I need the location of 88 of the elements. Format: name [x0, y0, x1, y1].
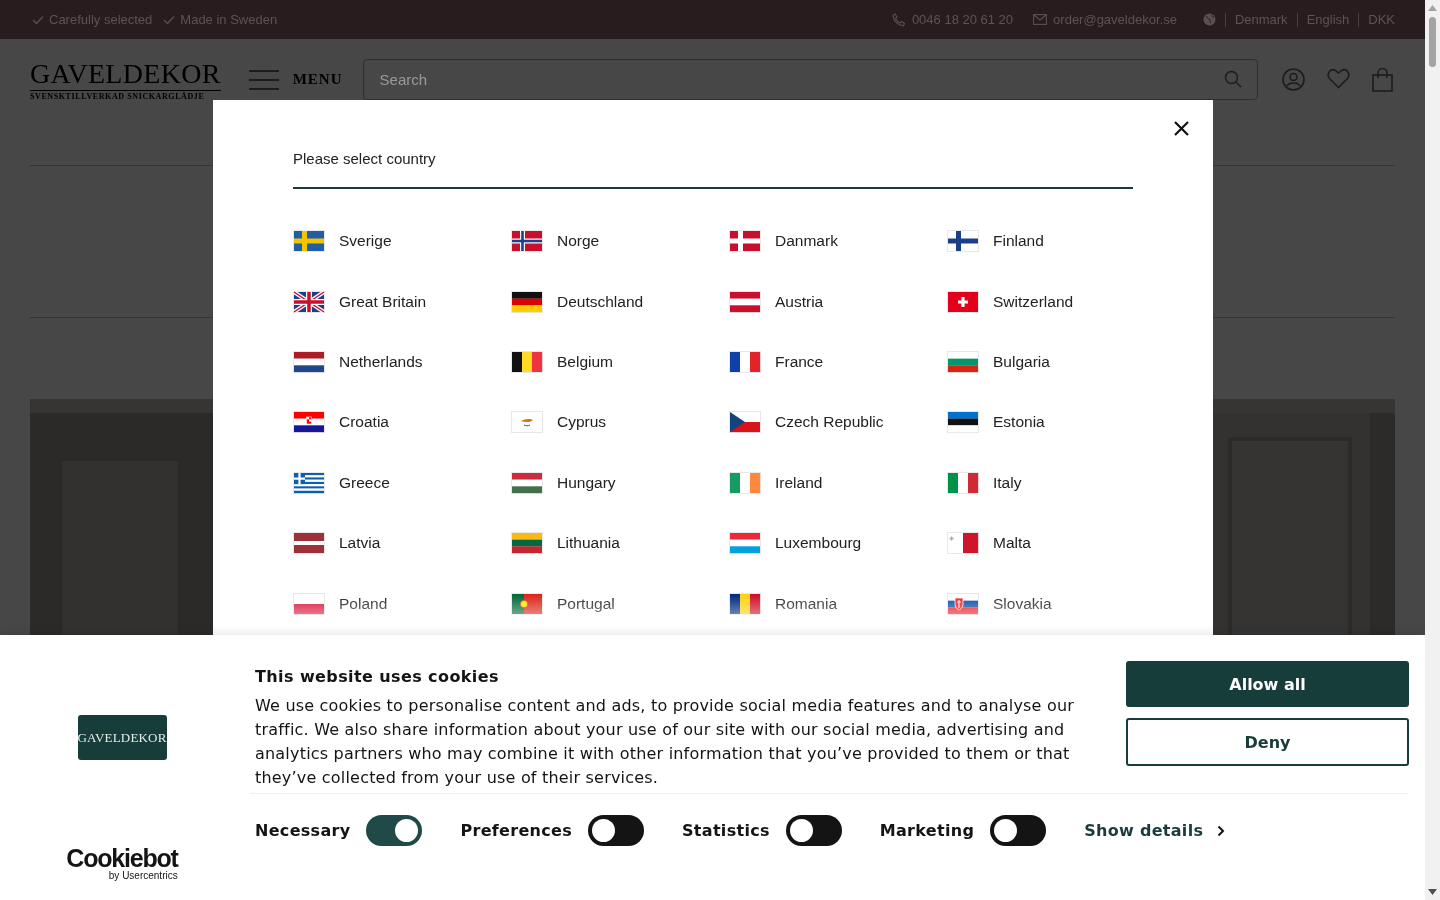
menu-icon [248, 69, 279, 90]
check-icon [32, 14, 44, 25]
consent-label: Marketing [879, 821, 975, 840]
flag-icon [293, 290, 325, 313]
country-option[interactable]: Lithuania [511, 512, 729, 574]
flag-icon [511, 471, 543, 494]
flag-icon [947, 471, 979, 494]
show-details-link[interactable]: Show details [1084, 821, 1226, 840]
heart-icon[interactable] [1327, 67, 1350, 89]
country-option[interactable]: Cyprus [511, 392, 729, 453]
flag-icon [293, 471, 325, 494]
toggle-switch[interactable] [990, 815, 1047, 846]
flag-icon [293, 411, 325, 434]
country-option[interactable]: Netherlands [293, 331, 511, 393]
shopping-bag-icon[interactable] [1372, 67, 1393, 92]
flag-icon [511, 532, 543, 555]
flag-icon [293, 532, 325, 555]
flag-icon [293, 230, 325, 253]
brand-logo: GAVELDEKOR [77, 715, 167, 760]
country-option[interactable]: France [729, 331, 947, 393]
scroll-down-icon[interactable] [1428, 889, 1437, 895]
country-option[interactable]: Norge [511, 211, 729, 272]
flag-icon [511, 290, 543, 313]
dialog-title: Please select country [293, 150, 1133, 189]
country-option[interactable]: Croatia [293, 392, 511, 453]
globe-icon [1202, 13, 1216, 26]
country-option[interactable]: Luxembourg [729, 512, 947, 574]
country-option[interactable]: Great Britain [293, 271, 511, 332]
flag-icon [729, 592, 761, 615]
country-option[interactable]: Greece [293, 452, 511, 513]
deny-button[interactable]: Deny [1126, 718, 1409, 766]
consent-label: Statistics [682, 821, 770, 840]
toggle-switch[interactable] [366, 815, 423, 846]
country-option[interactable]: Hungary [511, 452, 729, 513]
country-option[interactable]: Estonia [947, 392, 1165, 453]
flag-icon [511, 411, 543, 434]
country-option[interactable]: Slovakia [947, 573, 1165, 634]
country-option[interactable]: Sverige [293, 211, 511, 272]
flag-icon [729, 411, 761, 434]
flag-icon [729, 350, 761, 373]
flag-icon [729, 230, 761, 253]
country-option[interactable]: Bulgaria [947, 331, 1165, 393]
scroll-thumb[interactable] [1429, 17, 1436, 67]
flag-icon [947, 350, 979, 373]
flag-icon [947, 290, 979, 313]
flag-icon [947, 230, 979, 253]
flag-icon [729, 290, 761, 313]
account-icon[interactable] [1282, 67, 1305, 91]
check-icon [163, 14, 176, 25]
search-icon[interactable] [1224, 70, 1242, 88]
flag-icon [729, 471, 761, 494]
consent-label: Necessary [255, 821, 351, 840]
country-option[interactable]: Malta [947, 512, 1165, 574]
search-field[interactable]: Search [362, 59, 1258, 100]
country-option[interactable]: Belgium [511, 331, 729, 393]
country-option[interactable]: Switzerland [947, 271, 1165, 332]
country-option[interactable]: Austria [729, 271, 947, 332]
country-option[interactable]: Italy [947, 452, 1165, 513]
scroll-up-icon[interactable] [1428, 5, 1437, 11]
flag-icon [947, 532, 979, 555]
country-option[interactable]: Poland [293, 573, 511, 634]
flag-icon [947, 592, 979, 615]
consent-label: Preferences [460, 821, 573, 840]
phone-icon [891, 12, 906, 27]
flag-icon [729, 532, 761, 555]
country-option[interactable]: Deutschland [511, 271, 729, 332]
cookiebot-logo: Cookiebot by Usercentrics [66, 846, 178, 881]
allow-all-button[interactable]: Allow all [1126, 661, 1409, 707]
close-icon [1174, 121, 1189, 136]
flag-icon [293, 592, 325, 615]
flag-icon [511, 350, 543, 373]
banner-title: This website uses cookies [255, 667, 500, 686]
country-option[interactable]: Portugal [511, 573, 729, 634]
country-option[interactable]: Finland [947, 211, 1165, 272]
flag-icon [511, 592, 543, 615]
toggle-switch[interactable] [785, 815, 842, 846]
flag-icon [293, 350, 325, 373]
chevron-right-icon [1217, 824, 1226, 837]
flag-icon [511, 230, 543, 253]
country-option[interactable]: Ireland [729, 452, 947, 513]
country-option[interactable]: Czech Republic [729, 392, 947, 453]
flag-icon [947, 411, 979, 434]
mail-icon [1033, 14, 1048, 25]
country-option[interactable]: Latvia [293, 512, 511, 574]
country-option[interactable]: Danmark [729, 211, 947, 272]
toggle-switch[interactable] [588, 815, 645, 846]
banner-text: We use cookies to personalise content and ads, to provide social media features and to analyse our traffic. We also share information about your use of our site with our social media, advertising and analytics partners who may combine it with other information that you’ve provided to them or that they’ve collected from your use of their services. [255, 695, 1076, 789]
country-option[interactable]: Romania [729, 573, 947, 634]
